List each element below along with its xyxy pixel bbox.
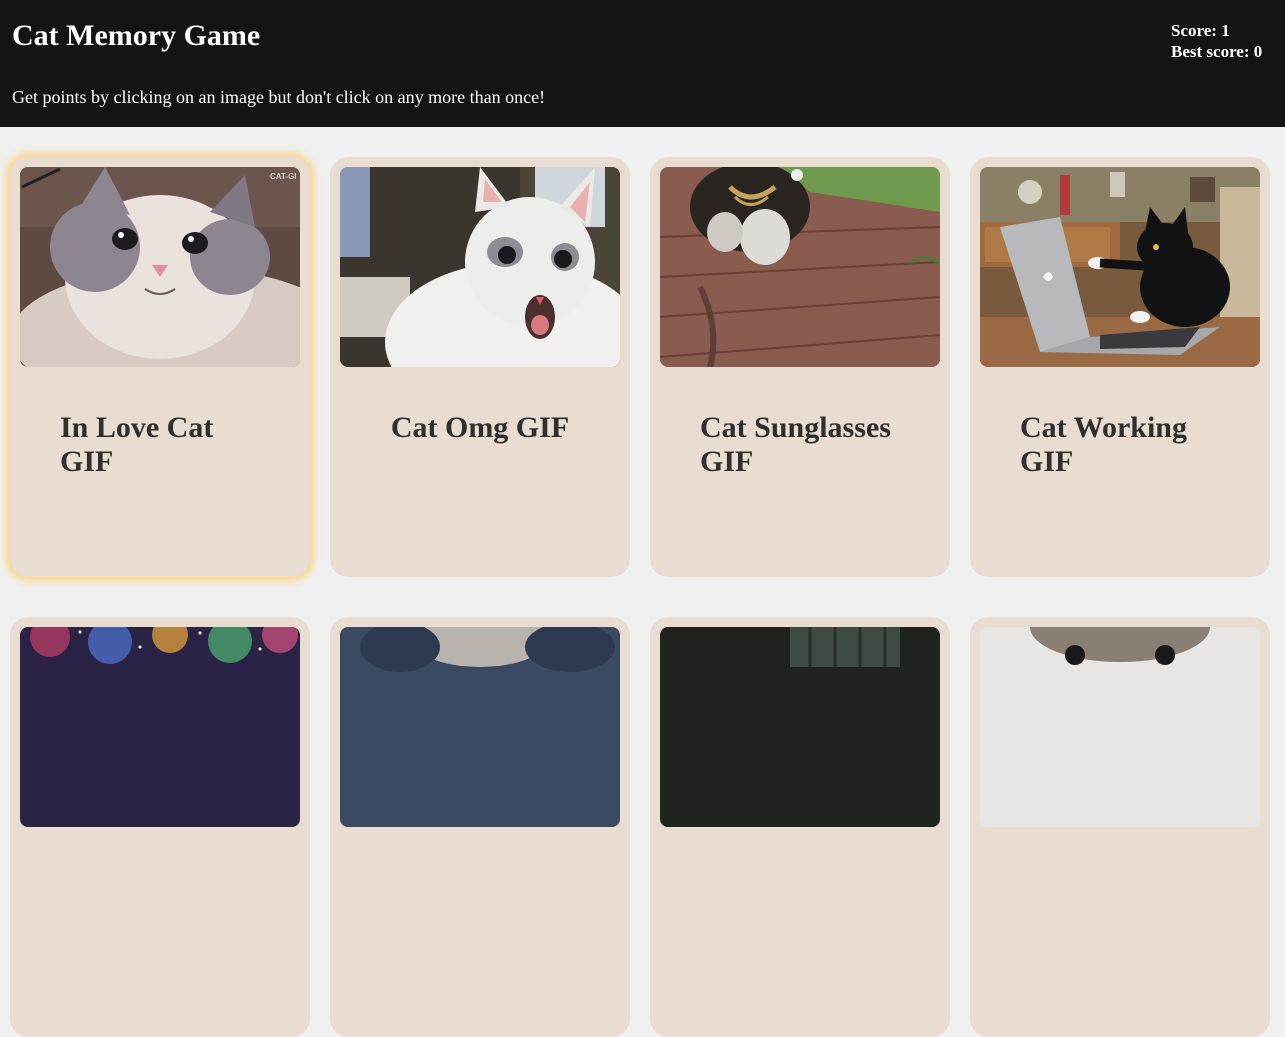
cat-card-in-love[interactable]: CAT-GI In Love Cat GIF [10,157,310,577]
cat-card-working[interactable]: Cat Working GIF [970,157,1270,577]
best-score: Best score: 0 [1171,42,1263,61]
current-score: Score: 1 [1171,21,1230,40]
cat-card-image [20,627,300,827]
cat-card-image [340,627,620,827]
cat-card-omg[interactable]: Cat Omg GIF [330,157,630,577]
cat-card-caption: Cat Omg GIF [390,411,570,444]
cat-card-seventh[interactable] [650,617,950,1037]
cat-card-image [980,167,1260,367]
cat-card-image: CAT-GI [20,167,300,367]
cat-card-image [340,167,620,367]
cat-card-image [980,627,1260,827]
cat-card-sixth[interactable] [330,617,630,1037]
cat-card-galaxy[interactable] [10,617,310,1037]
cat-card-caption: Cat Working GIF [1020,411,1187,478]
cat-card-eighth[interactable] [970,617,1270,1037]
cat-card-sunglasses[interactable]: Cat Sunglasses GIF [650,157,950,577]
gif-watermark: CAT-GI [270,172,297,181]
page-title: Cat Memory Game [12,19,261,52]
cat-card-image [660,627,940,827]
scoreboard: Score: 1 Best score: 0 [1171,20,1262,62]
cat-card-caption: Cat Sunglasses GIF [700,411,891,478]
cat-card-caption: In Love Cat GIF [60,411,214,478]
cat-card-image [660,167,940,367]
game-instructions: Get points by clicking on an image but d… [12,87,546,107]
app-header: Cat Memory Game Get points by clicking o… [0,0,1285,127]
